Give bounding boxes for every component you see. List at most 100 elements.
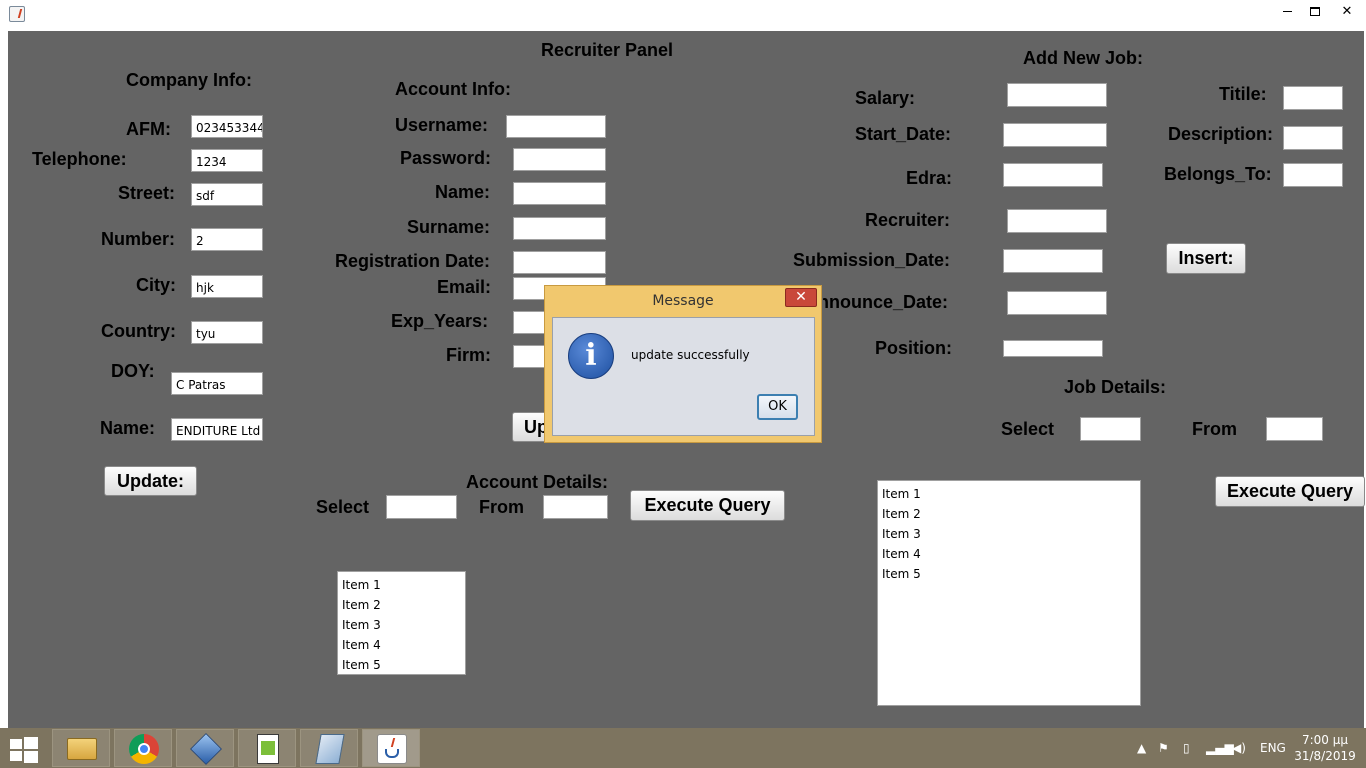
city-label: City: — [136, 275, 176, 295]
description-field[interactable] — [1283, 126, 1343, 150]
taskbar: ▲ ⚑ ▯ ▂▄▆ ◀) ENG 7:00 μμ 31/8/2019 — [0, 728, 1366, 768]
recruiter-label: Recruiter: — [865, 210, 951, 230]
sticky-app-icon — [315, 734, 345, 764]
network-icon[interactable]: ▂▄▆ — [1206, 728, 1234, 768]
account-details-list[interactable]: Item 1 Item 2 Item 3 Item 4 Item 5 — [337, 571, 466, 675]
account-name-label: Name: — [435, 182, 491, 202]
country-label: Country: — [101, 321, 176, 341]
number-field[interactable]: 2 — [191, 228, 263, 251]
volume-icon[interactable]: ◀) — [1232, 728, 1246, 768]
account-from-field[interactable] — [543, 495, 608, 519]
account-name-field[interactable] — [513, 182, 606, 205]
afm-field[interactable]: 023453344 — [191, 115, 263, 138]
flag-icon[interactable]: ⚑ — [1158, 728, 1169, 768]
salary-field[interactable] — [1007, 83, 1107, 107]
account-execute-query-button[interactable]: Execute Query — [630, 490, 785, 521]
clock-date: 31/8/2019 — [1294, 749, 1356, 763]
telephone-field[interactable]: 1234 — [191, 149, 263, 172]
language-indicator[interactable]: ENG — [1260, 728, 1286, 768]
surname-label: Surname: — [407, 217, 491, 237]
window-frame-left — [0, 31, 8, 728]
insert-job-button[interactable]: Insert: — [1166, 243, 1246, 274]
edra-field[interactable] — [1003, 163, 1103, 187]
salary-label: Salary: — [855, 88, 916, 108]
list-item[interactable]: Item 2 — [338, 595, 465, 615]
job-select-label: Select — [1001, 419, 1055, 439]
taskbar-notepad-plus-plus[interactable] — [238, 729, 296, 767]
account-select-label: Select — [316, 497, 370, 517]
company-update-button[interactable]: Update: — [104, 466, 197, 496]
job-select-field[interactable] — [1080, 417, 1141, 441]
recruiter-field[interactable] — [1007, 209, 1107, 233]
registration-date-label: Registration Date: — [335, 251, 491, 271]
account-info-heading: Account Info: — [395, 79, 511, 99]
job-from-field[interactable] — [1266, 417, 1323, 441]
start-button[interactable] — [10, 737, 38, 763]
dialog-close-button[interactable]: ✕ — [785, 288, 817, 307]
street-label: Street: — [118, 183, 176, 203]
list-item[interactable]: Item 5 — [338, 655, 465, 675]
start-date-label: Start_Date: — [855, 124, 952, 144]
username-field[interactable] — [506, 115, 606, 138]
job-details-heading: Job Details: — [1064, 377, 1167, 397]
position-field[interactable] — [1003, 340, 1103, 357]
position-label: Position: — [875, 338, 952, 358]
list-item[interactable]: Item 4 — [878, 544, 1140, 564]
firm-label: Firm: — [446, 345, 491, 365]
job-from-label: From — [1192, 419, 1237, 439]
exp-years-label: Exp_Years: — [391, 311, 489, 331]
company-name-field[interactable]: ENDITURE Ltd — [171, 418, 263, 441]
window-titlebar: ✕ — [0, 0, 1366, 31]
clock[interactable]: 7:00 μμ 31/8/2019 — [1294, 732, 1356, 764]
announce-date-field[interactable] — [1007, 291, 1107, 315]
show-hidden-icons[interactable]: ▲ — [1137, 728, 1146, 768]
ok-button[interactable]: OK — [757, 394, 798, 420]
list-item[interactable]: Item 3 — [338, 615, 465, 635]
company-name-label: Name: — [100, 418, 156, 438]
taskbar-java[interactable] — [362, 729, 420, 767]
submission-date-field[interactable] — [1003, 249, 1103, 273]
close-icon: ✕ — [1341, 4, 1353, 19]
list-item[interactable]: Item 2 — [878, 504, 1140, 524]
panel-title: Recruiter Panel — [541, 40, 674, 60]
title-field[interactable] — [1283, 86, 1343, 110]
windows-logo-icon — [10, 739, 22, 749]
taskbar-chrome[interactable] — [114, 729, 172, 767]
information-icon: i — [568, 333, 614, 379]
street-field[interactable]: sdf — [191, 183, 263, 206]
taskbar-file-explorer[interactable] — [52, 729, 110, 767]
minimize-button[interactable] — [1272, 0, 1302, 24]
taskbar-sticky-app[interactable] — [300, 729, 358, 767]
list-item[interactable]: Item 5 — [878, 564, 1140, 584]
password-field[interactable] — [513, 148, 606, 171]
announce-date-label: nnounce_Date: — [818, 292, 949, 312]
belongs-to-field[interactable] — [1283, 163, 1343, 187]
maximize-button[interactable] — [1300, 0, 1330, 24]
title-label: Titile: — [1219, 84, 1267, 104]
submission-date-label: Submission_Date: — [793, 250, 951, 270]
list-item[interactable]: Item 3 — [878, 524, 1140, 544]
maximize-icon — [1310, 7, 1320, 16]
minimize-icon — [1282, 11, 1292, 12]
account-select-field[interactable] — [386, 495, 457, 519]
country-field[interactable]: tyu — [191, 321, 263, 344]
start-date-field[interactable] — [1003, 123, 1107, 147]
list-item[interactable]: Item 4 — [338, 635, 465, 655]
doy-field[interactable]: C Patras — [171, 372, 263, 395]
registration-date-field[interactable] — [513, 251, 606, 274]
city-field[interactable]: hjk — [191, 275, 263, 298]
list-item[interactable]: Item 1 — [878, 484, 1140, 504]
surname-field[interactable] — [513, 217, 606, 240]
job-details-list[interactable]: Item 1 Item 2 Item 3 Item 4 Item 5 — [877, 480, 1141, 706]
company-info-heading: Company Info: — [126, 70, 252, 90]
edra-label: Edra: — [906, 168, 953, 188]
close-button[interactable]: ✕ — [1332, 0, 1362, 24]
job-execute-query-button[interactable]: Execute Query — [1215, 476, 1365, 507]
password-label: Password: — [400, 148, 492, 168]
taskbar-virtualbox[interactable] — [176, 729, 234, 767]
list-item[interactable]: Item 1 — [338, 575, 465, 595]
dialog-body: i update successfully OK — [552, 317, 815, 436]
virtualbox-icon — [190, 733, 222, 765]
power-icon[interactable]: ▯ — [1183, 728, 1190, 768]
description-label: Description: — [1168, 124, 1274, 144]
